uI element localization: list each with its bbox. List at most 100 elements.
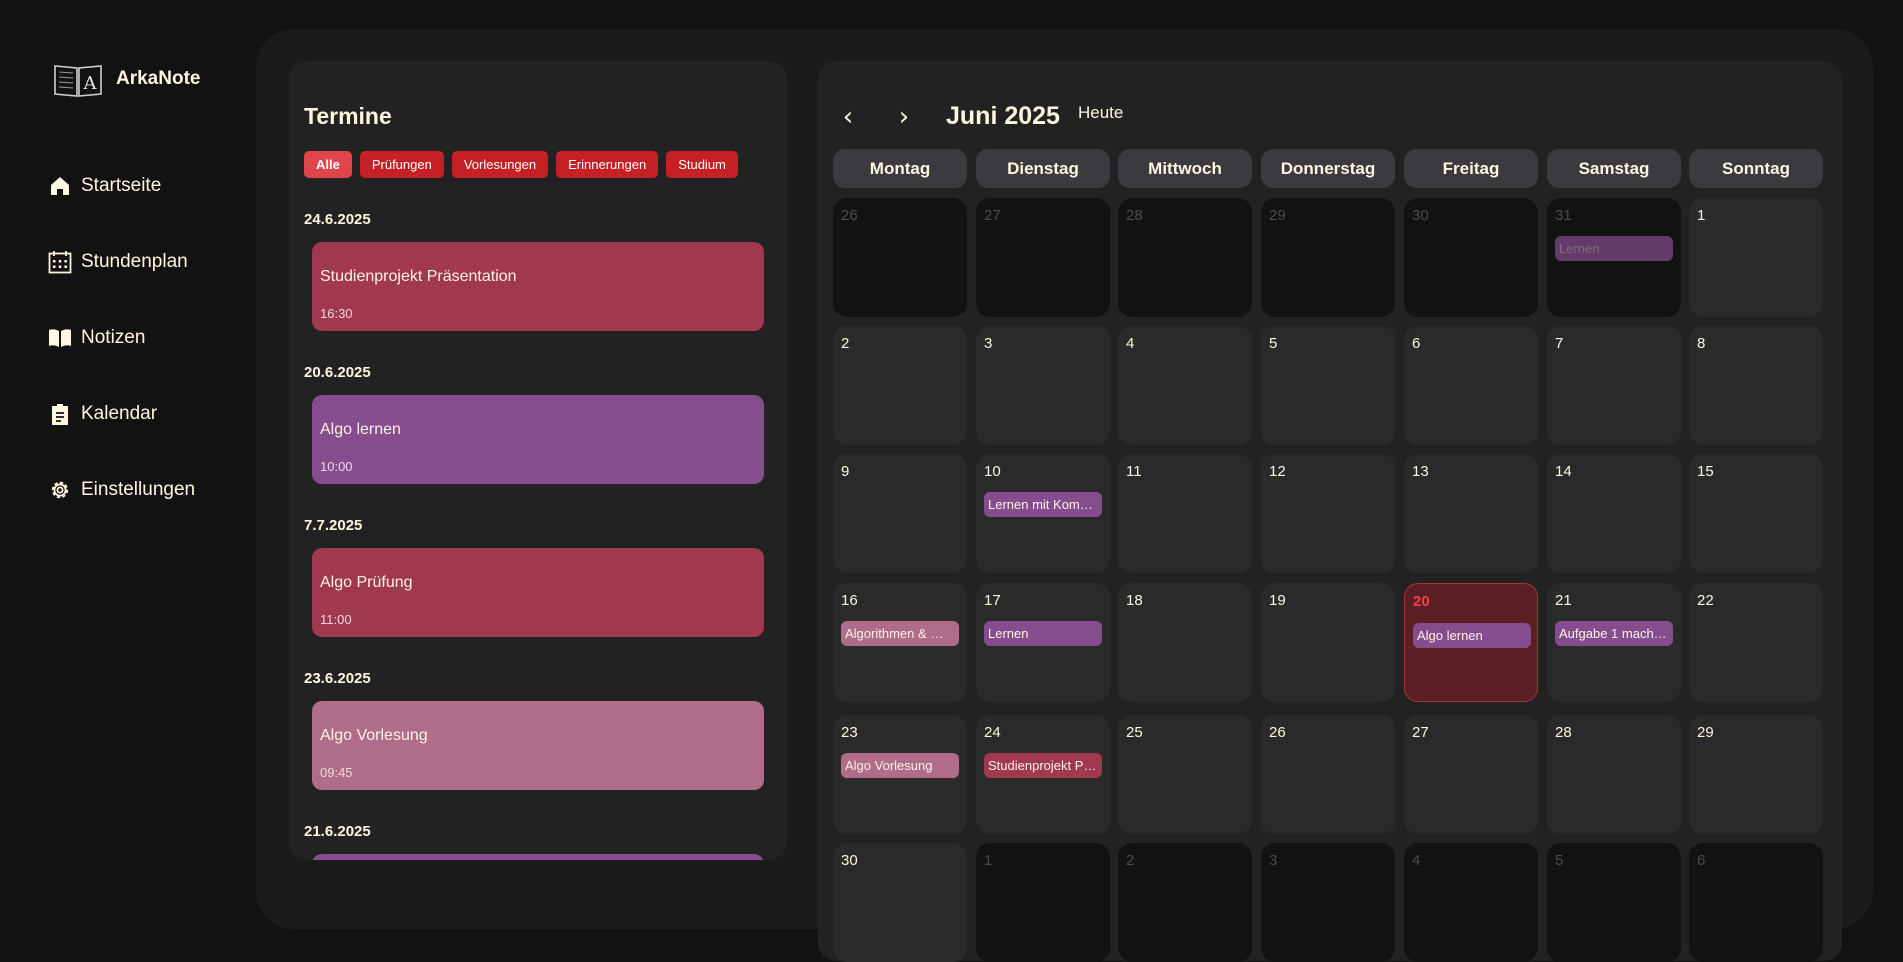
termin-time: 10:00 xyxy=(320,459,353,474)
day-cell[interactable]: 17 Lernen xyxy=(976,583,1110,702)
day-number: 4 xyxy=(1126,335,1135,352)
filter-pruefungen[interactable]: Prüfungen xyxy=(359,151,444,178)
day-cell[interactable]: 16 Algorithmen & … xyxy=(833,583,967,702)
termin-card[interactable]: Algo Prüfung 11:00 xyxy=(312,548,764,637)
book-icon xyxy=(49,329,71,347)
day-number: 16 xyxy=(841,592,858,609)
calendar-event[interactable]: Aufgabe 1 mach… xyxy=(1555,621,1673,646)
day-number: 5 xyxy=(1269,335,1278,352)
day-number: 28 xyxy=(1555,724,1572,741)
today-button[interactable]: Heute xyxy=(1078,103,1123,123)
day-cell[interactable]: 22 xyxy=(1689,583,1823,702)
filter-vorlesungen[interactable]: Vorlesungen xyxy=(451,151,549,178)
termin-group: 21.6.2025 xyxy=(289,823,787,860)
sidebar-item-einstellungen[interactable]: Einstellungen xyxy=(48,452,195,528)
day-cell[interactable]: 5 xyxy=(1547,843,1681,962)
day-cell[interactable]: 25 xyxy=(1118,715,1252,834)
filter-erinnerungen[interactable]: Erinnerungen xyxy=(556,151,659,178)
day-cell[interactable]: 30 xyxy=(1404,198,1538,317)
termine-panel[interactable]: Termine Alle Prüfungen Vorlesungen Erinn… xyxy=(289,61,787,860)
day-cell[interactable]: 7 xyxy=(1547,326,1681,445)
day-number: 11 xyxy=(1126,463,1142,480)
sidebar-item-notizen[interactable]: Notizen xyxy=(48,300,195,376)
calendar-event[interactable]: Studienprojekt P… xyxy=(984,753,1102,778)
day-cell[interactable]: 3 xyxy=(1261,843,1395,962)
day-cell[interactable]: 27 xyxy=(976,198,1110,317)
calendar-event[interactable]: Algorithmen & … xyxy=(841,621,959,646)
day-cell[interactable]: 6 xyxy=(1404,326,1538,445)
termin-card[interactable] xyxy=(312,854,764,860)
day-cell[interactable]: 13 xyxy=(1404,454,1538,573)
termin-card[interactable]: Algo Vorlesung 09:45 xyxy=(312,701,764,790)
day-cell[interactable]: 29 xyxy=(1689,715,1823,834)
day-cell[interactable]: 1 xyxy=(1689,198,1823,317)
termin-title: Algo lernen xyxy=(320,421,401,438)
day-cell[interactable]: 1 xyxy=(976,843,1110,962)
day-number: 27 xyxy=(1412,724,1429,741)
calendar-event[interactable]: Lernen xyxy=(1555,236,1673,261)
day-cell-today[interactable]: 20 Algo lernen xyxy=(1404,583,1538,702)
sidebar-item-stundenplan[interactable]: Stundenplan xyxy=(48,224,195,300)
day-cell[interactable]: 27 xyxy=(1404,715,1538,834)
day-cell[interactable]: 12 xyxy=(1261,454,1395,573)
termin-card[interactable]: Algo lernen 10:00 xyxy=(312,395,764,484)
day-cell[interactable]: 26 xyxy=(1261,715,1395,834)
day-cell[interactable]: 28 xyxy=(1118,198,1252,317)
day-cell[interactable]: 29 xyxy=(1261,198,1395,317)
day-number: 3 xyxy=(1269,852,1278,869)
day-cell[interactable]: 28 xyxy=(1547,715,1681,834)
calendar-grid-icon xyxy=(48,251,72,274)
day-cell[interactable]: 15 xyxy=(1689,454,1823,573)
sidebar-item-label: Startseite xyxy=(81,175,162,196)
calendar-event[interactable]: Algo Vorlesung xyxy=(841,753,959,778)
sidebar-item-startseite[interactable]: Startseite xyxy=(48,148,195,224)
day-cell[interactable]: 2 xyxy=(1118,843,1252,962)
day-cell[interactable]: 11 xyxy=(1118,454,1252,573)
calendar-event[interactable]: Algo lernen xyxy=(1413,623,1531,648)
prev-month-button[interactable]: ‹ xyxy=(833,97,863,137)
day-cell[interactable]: 6 xyxy=(1689,843,1823,962)
open-book-logo-icon: A xyxy=(54,65,102,97)
calendar-event[interactable]: Lernen xyxy=(984,621,1102,646)
day-number: 3 xyxy=(984,335,993,352)
termin-date: 23.6.2025 xyxy=(304,670,371,687)
termin-card[interactable]: Studienprojekt Präsentation 16:30 xyxy=(312,242,764,331)
day-number: 27 xyxy=(984,207,1001,224)
day-cell[interactable]: 14 xyxy=(1547,454,1681,573)
day-cell[interactable]: 2 xyxy=(833,326,967,445)
day-number: 15 xyxy=(1697,463,1714,480)
day-cell[interactable]: 23 Algo Vorlesung xyxy=(833,715,967,834)
day-cell[interactable]: 24 Studienprojekt P… xyxy=(976,715,1110,834)
day-cell[interactable]: 31 Lernen xyxy=(1547,198,1681,317)
day-number: 22 xyxy=(1697,592,1714,609)
termin-time: 16:30 xyxy=(320,306,353,321)
weekday-header: Freitag xyxy=(1404,149,1538,188)
calendar-header: ‹ › Juni 2025 Heute xyxy=(818,97,1842,137)
day-cell[interactable]: 19 xyxy=(1261,583,1395,702)
next-month-button[interactable]: › xyxy=(889,97,919,137)
filter-studium[interactable]: Studium xyxy=(666,151,738,178)
day-cell[interactable]: 5 xyxy=(1261,326,1395,445)
day-cell[interactable]: 26 xyxy=(833,198,967,317)
day-cell[interactable]: 9 xyxy=(833,454,967,573)
day-number: 4 xyxy=(1412,852,1421,869)
filter-alle[interactable]: Alle xyxy=(304,151,352,178)
day-cell[interactable]: 21 Aufgabe 1 mach… xyxy=(1547,583,1681,702)
svg-text:A: A xyxy=(83,73,98,94)
day-cell[interactable]: 10 Lernen mit Kom… xyxy=(976,454,1110,573)
day-number: 28 xyxy=(1126,207,1143,224)
sidebar-item-kalendar[interactable]: Kalendar xyxy=(48,376,195,452)
filter-bar: Alle Prüfungen Vorlesungen Erinnerungen … xyxy=(304,151,738,178)
app-name: ArkaNote xyxy=(116,68,201,89)
day-cell[interactable]: 8 xyxy=(1689,326,1823,445)
calendar-panel: ‹ › Juni 2025 Heute Montag Dienstag Mittwo… xyxy=(818,61,1842,962)
weekday-header: Montag xyxy=(833,149,967,188)
day-cell[interactable]: 30 xyxy=(833,843,967,962)
day-cell[interactable]: 4 xyxy=(1118,326,1252,445)
day-cell[interactable]: 3 xyxy=(976,326,1110,445)
day-cell[interactable]: 18 xyxy=(1118,583,1252,702)
day-cell[interactable]: 4 xyxy=(1404,843,1538,962)
day-number: 6 xyxy=(1697,852,1706,869)
calendar-event[interactable]: Lernen mit Kom… xyxy=(984,492,1102,517)
app-logo[interactable]: A ArkaNote xyxy=(52,60,200,98)
